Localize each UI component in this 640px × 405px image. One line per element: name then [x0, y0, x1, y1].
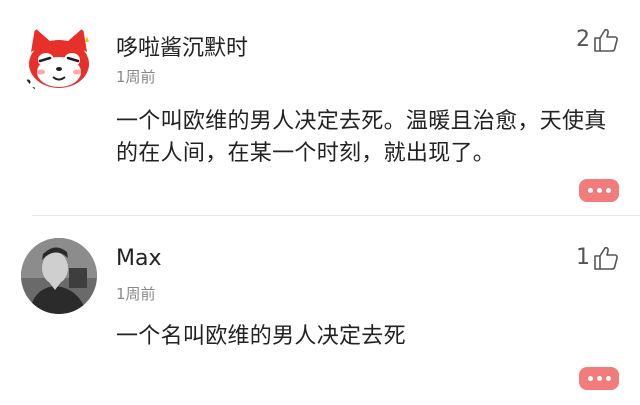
- more-dot-icon: [605, 376, 611, 381]
- avatar[interactable]: [21, 238, 97, 314]
- fox-avatar-icon: [21, 22, 97, 98]
- like-button[interactable]: 2: [576, 27, 619, 53]
- more-dot-icon: [587, 376, 593, 381]
- timestamp: 1周前: [116, 68, 156, 86]
- timestamp: 1周前: [116, 285, 156, 303]
- like-count: 1: [576, 245, 590, 270]
- more-dot-icon: [596, 188, 602, 193]
- comment-item: 哆啦酱沉默时 1周前 2 一个叫欧维的男人决定去死。温暖且治愈，天使真的在人间，…: [0, 0, 640, 215]
- more-dot-icon: [605, 188, 611, 193]
- more-dot-icon: [587, 188, 593, 193]
- username[interactable]: Max: [116, 246, 161, 271]
- comment-text: 一个名叫欧维的男人决定去死: [116, 324, 406, 349]
- reply-button[interactable]: [579, 367, 619, 390]
- comment-text: 一个叫欧维的男人决定去死。温暖且治愈，天使真的在人间，在某一个时刻，就出现了。: [116, 109, 607, 166]
- comment-item: Max 1周前 1 一个名叫欧维的男人决定去死: [0, 216, 640, 405]
- thumbs-up-icon: [594, 28, 618, 52]
- like-button[interactable]: 1: [576, 245, 619, 271]
- like-count: 2: [576, 27, 590, 52]
- portrait-avatar-icon: [21, 238, 97, 314]
- more-dot-icon: [596, 376, 602, 381]
- username[interactable]: 哆啦酱沉默时: [116, 30, 248, 62]
- thumbs-up-icon: [594, 246, 618, 270]
- avatar[interactable]: [21, 22, 97, 98]
- reply-button[interactable]: [579, 179, 619, 202]
